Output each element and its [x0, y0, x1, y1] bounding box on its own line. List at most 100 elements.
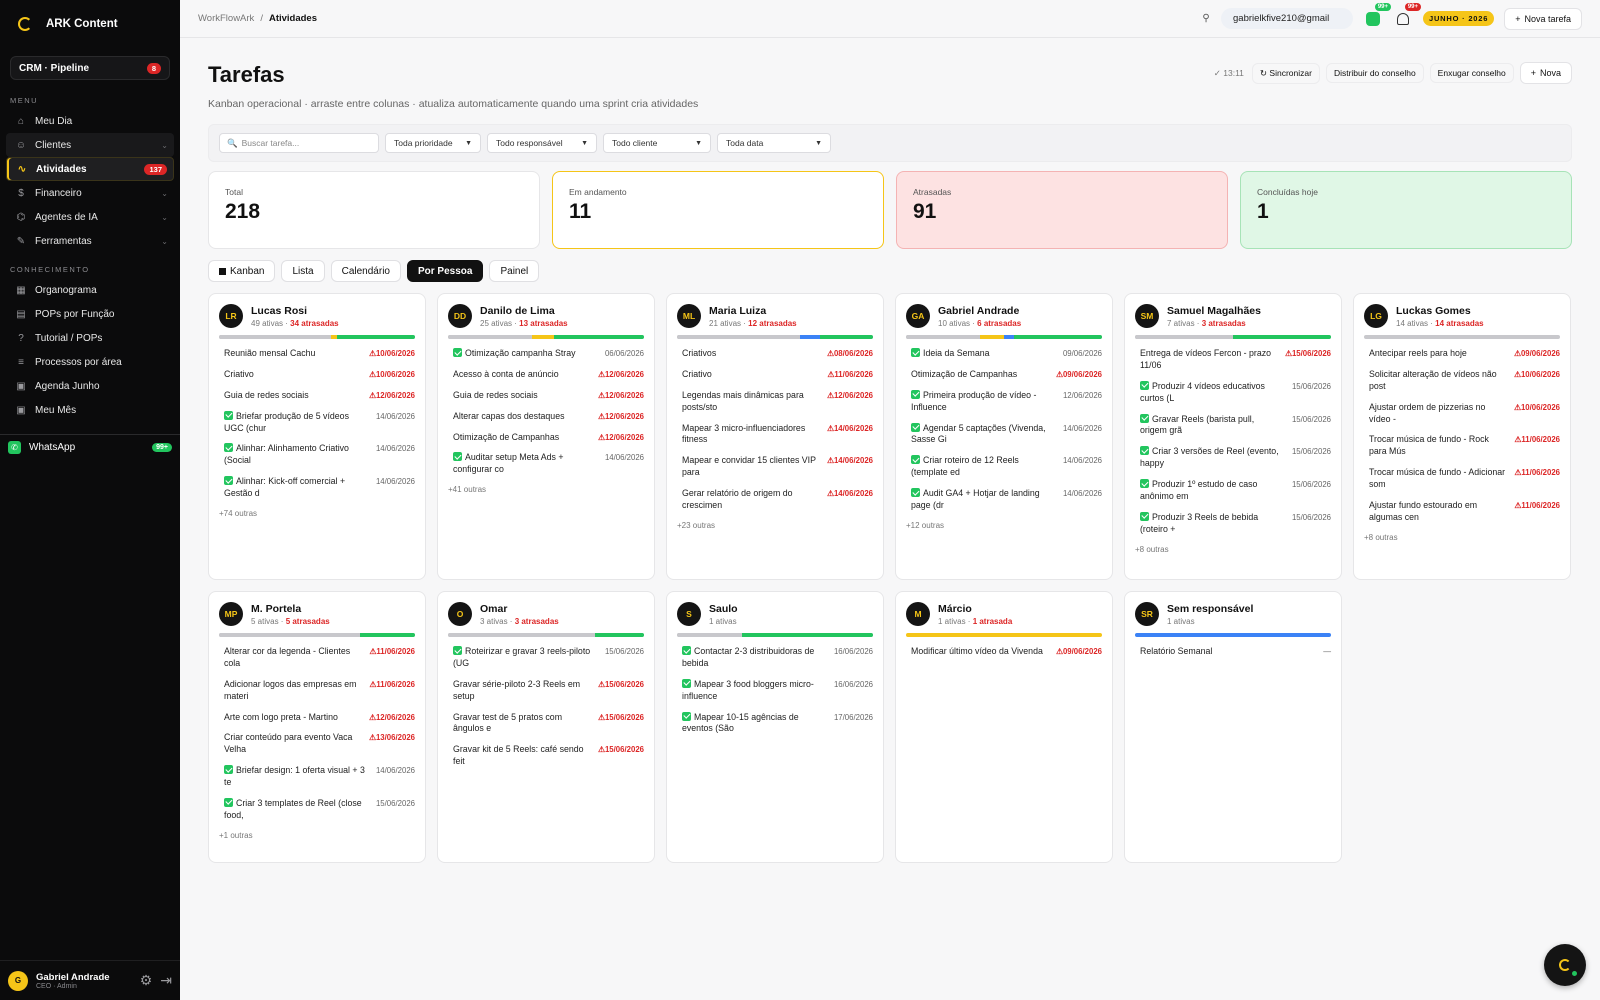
- new-task-button[interactable]: + Nova tarefa: [1504, 7, 1582, 30]
- tab-por-pessoa[interactable]: Por Pessoa: [406, 260, 484, 282]
- more-tasks-link[interactable]: +12 outras: [906, 521, 1102, 530]
- task-row[interactable]: Relatório Semanal —: [1135, 646, 1331, 658]
- more-tasks-link[interactable]: +8 outras: [1135, 545, 1331, 554]
- checkbox-done-icon[interactable]: [453, 646, 462, 655]
- checkbox-done-icon[interactable]: [1140, 380, 1149, 390]
- avatar[interactable]: G: [8, 970, 28, 991]
- task-row[interactable]: Briefar produção de 5 vídeos UGC (chur 14…: [219, 410, 415, 435]
- person-name[interactable]: Danilo de Lima: [480, 305, 568, 317]
- task-row[interactable]: Gravar Reels (barista pull, origem grã 15…: [1135, 413, 1331, 438]
- task-row[interactable]: Ajustar fundo estourado em algumas cen ⚠1…: [1364, 500, 1560, 524]
- sidebar-item-ferramentas[interactable]: ✎ Ferramentas ⌄: [6, 229, 174, 253]
- task-row[interactable]: Modificar último vídeo da Vivenda ⚠09/06/…: [906, 646, 1102, 658]
- sidebar-item-clientes[interactable]: ☺ Clientes ⌄: [6, 133, 174, 157]
- checkbox-done-icon[interactable]: [911, 455, 920, 465]
- more-tasks-link[interactable]: +74 outras: [219, 509, 415, 518]
- task-row[interactable]: Audit GA4 + Hotjar de landing page (dr 14…: [906, 488, 1102, 512]
- task-row[interactable]: Alterar capas dos destaques ⚠12/06/2026: [448, 411, 644, 423]
- brand[interactable]: ARK Content: [0, 0, 180, 48]
- checkbox-done-icon[interactable]: [1140, 446, 1149, 456]
- client-select[interactable]: Todo cliente ▼: [603, 133, 711, 153]
- chevron-down-icon[interactable]: ⌄: [161, 213, 168, 222]
- task-row[interactable]: Criativo ⚠10/06/2026: [219, 369, 415, 381]
- checkbox-done-icon[interactable]: [682, 711, 691, 721]
- account-email[interactable]: gabrielkfive210@gmail: [1221, 8, 1353, 29]
- new-button[interactable]: + Nova: [1519, 62, 1572, 84]
- tab-kanban[interactable]: Kanban: [208, 260, 276, 282]
- person-name[interactable]: Sem responsável: [1167, 603, 1253, 615]
- task-search-input[interactable]: 🔍 Buscar tarefa...: [219, 133, 379, 153]
- task-row[interactable]: Produzir 1º estudo de caso anônimo em 15/…: [1135, 479, 1331, 503]
- distribute-button[interactable]: Distribuir do conselho: [1325, 63, 1424, 83]
- person-name[interactable]: Saulo: [709, 603, 738, 615]
- task-row[interactable]: Gravar série-piloto 2-3 Reels em setup ⚠1…: [448, 679, 644, 703]
- checkbox-done-icon[interactable]: [682, 646, 691, 655]
- more-tasks-link[interactable]: +41 outras: [448, 485, 644, 494]
- task-row[interactable]: Otimização de Campanhas ⚠09/06/2026: [906, 369, 1102, 381]
- whatsapp-button[interactable]: 99+: [1363, 2, 1391, 29]
- sync-button[interactable]: ↻ Sincronizar: [1251, 62, 1320, 84]
- task-row[interactable]: Alterar cor da legenda - Clientes cola ⚠1…: [219, 646, 415, 670]
- checkbox-done-icon[interactable]: [682, 678, 691, 688]
- more-tasks-link[interactable]: +23 outras: [677, 521, 873, 530]
- checkbox-done-icon[interactable]: [224, 443, 233, 453]
- checkbox-done-icon[interactable]: [224, 765, 233, 775]
- task-row[interactable]: Contactar 2-3 distribuidoras de bebida 16…: [677, 646, 873, 670]
- global-search[interactable]: ⚲ gabrielkfive210@gmail: [1197, 6, 1353, 32]
- task-row[interactable]: Criar 3 versões de Reel (evento, happy 15…: [1135, 446, 1331, 470]
- task-row[interactable]: Criar roteiro de 12 Reels (template ed 14…: [906, 455, 1102, 479]
- more-tasks-link[interactable]: +8 outras: [1364, 533, 1560, 542]
- clean-board-button[interactable]: Enxugar conselho: [1429, 63, 1514, 83]
- sidebar-item-processos-por-rea[interactable]: ≡ Processos por área: [6, 350, 174, 374]
- checkbox-done-icon[interactable]: [453, 452, 462, 462]
- task-row[interactable]: Mapear 10-15 agências de eventos (São 17/…: [677, 711, 873, 736]
- checkbox-done-icon[interactable]: [911, 488, 920, 497]
- tab-calendario[interactable]: Calendário: [330, 260, 401, 282]
- person-name[interactable]: Luckas Gomes: [1396, 305, 1484, 317]
- task-row[interactable]: Arte com logo preta - Martino ⚠12/06/2026: [219, 712, 415, 724]
- task-row[interactable]: Alinhar: Alinhamento Criativo (Social 14/…: [219, 443, 415, 467]
- search-icon[interactable]: ⚲: [1197, 10, 1215, 28]
- logout-icon[interactable]: ⇥: [160, 972, 172, 989]
- task-row[interactable]: Guia de redes sociais ⚠12/06/2026: [219, 390, 415, 402]
- responsible-select[interactable]: Todo responsável ▼: [487, 133, 597, 153]
- task-row[interactable]: Trocar música de fundo - Rock para Mús ⚠1…: [1364, 434, 1560, 458]
- sidebar-item-agenda-junho[interactable]: ▣ Agenda Junho: [6, 374, 174, 398]
- notifications-button[interactable]: 99+: [1393, 2, 1421, 29]
- breadcrumb-root[interactable]: WorkFlowArk: [198, 13, 254, 24]
- task-row[interactable]: Trocar música de fundo - Adicionar som ⚠1…: [1364, 467, 1560, 491]
- checkbox-done-icon[interactable]: [453, 348, 462, 357]
- sidebar-item-financeiro[interactable]: $ Financeiro ⌄: [6, 181, 174, 205]
- task-row[interactable]: Criar 3 templates de Reel (close food, 15…: [219, 797, 415, 822]
- task-row[interactable]: Solicitar alteração de vídeos não post ⚠1…: [1364, 369, 1560, 393]
- task-row[interactable]: Otimização de Campanhas ⚠12/06/2026: [448, 432, 644, 444]
- sidebar-item-atividades[interactable]: ∿ Atividades 137: [6, 157, 174, 181]
- task-row[interactable]: Produzir 4 vídeos educativos curtos (L 15…: [1135, 380, 1331, 405]
- person-name[interactable]: Maria Luiza: [709, 305, 797, 317]
- tab-lista[interactable]: Lista: [281, 260, 325, 282]
- task-row[interactable]: Criativo ⚠11/06/2026: [677, 369, 873, 381]
- task-row[interactable]: Mapear e convidar 15 clientes VIP para ⚠1…: [677, 455, 873, 479]
- task-row[interactable]: Gravar test de 5 pratos com ângulos e ⚠15…: [448, 712, 644, 736]
- task-row[interactable]: Briefar design: 1 oferta visual + 3 te 14…: [219, 765, 415, 789]
- task-row[interactable]: Acesso à conta de anúncio ⚠12/06/2026: [448, 369, 644, 381]
- chevron-down-icon[interactable]: ⌄: [161, 237, 168, 246]
- task-row[interactable]: Gravar kit de 5 Reels: café sendo feit ⚠1…: [448, 744, 644, 768]
- checkbox-done-icon[interactable]: [911, 422, 920, 432]
- task-row[interactable]: Adicionar logos das empresas em materi ⚠1…: [219, 679, 415, 703]
- task-row[interactable]: Entrega de vídeos Fercon - prazo 11/06 ⚠1…: [1135, 348, 1331, 372]
- checkbox-done-icon[interactable]: [911, 348, 920, 357]
- crm-pipeline-button[interactable]: CRM · Pipeline 8: [10, 56, 170, 80]
- task-row[interactable]: Agendar 5 captações (Vivenda, Sasse Gi 14…: [906, 422, 1102, 447]
- task-row[interactable]: Reunião mensal Cachu ⚠10/06/2026: [219, 348, 415, 360]
- sidebar-item-pops-por-fun-o[interactable]: ▤ POPs por Função: [6, 302, 174, 326]
- task-row[interactable]: Ajustar ordem de pizzerias no vídeo - ⚠10…: [1364, 402, 1560, 426]
- priority-select[interactable]: Toda prioridade ▼: [385, 133, 481, 153]
- task-row[interactable]: Criativos ⚠08/06/2026: [677, 348, 873, 360]
- task-row[interactable]: Otimização campanha Stray 06/06/2026: [448, 348, 644, 360]
- person-name[interactable]: Gabriel Andrade: [938, 305, 1021, 317]
- assistant-button[interactable]: [1544, 944, 1586, 986]
- task-row[interactable]: Guia de redes sociais ⚠12/06/2026: [448, 390, 644, 402]
- sidebar-item-organograma[interactable]: ▦ Organograma: [6, 278, 174, 302]
- month-badge[interactable]: JUNHO · 2026: [1423, 11, 1495, 26]
